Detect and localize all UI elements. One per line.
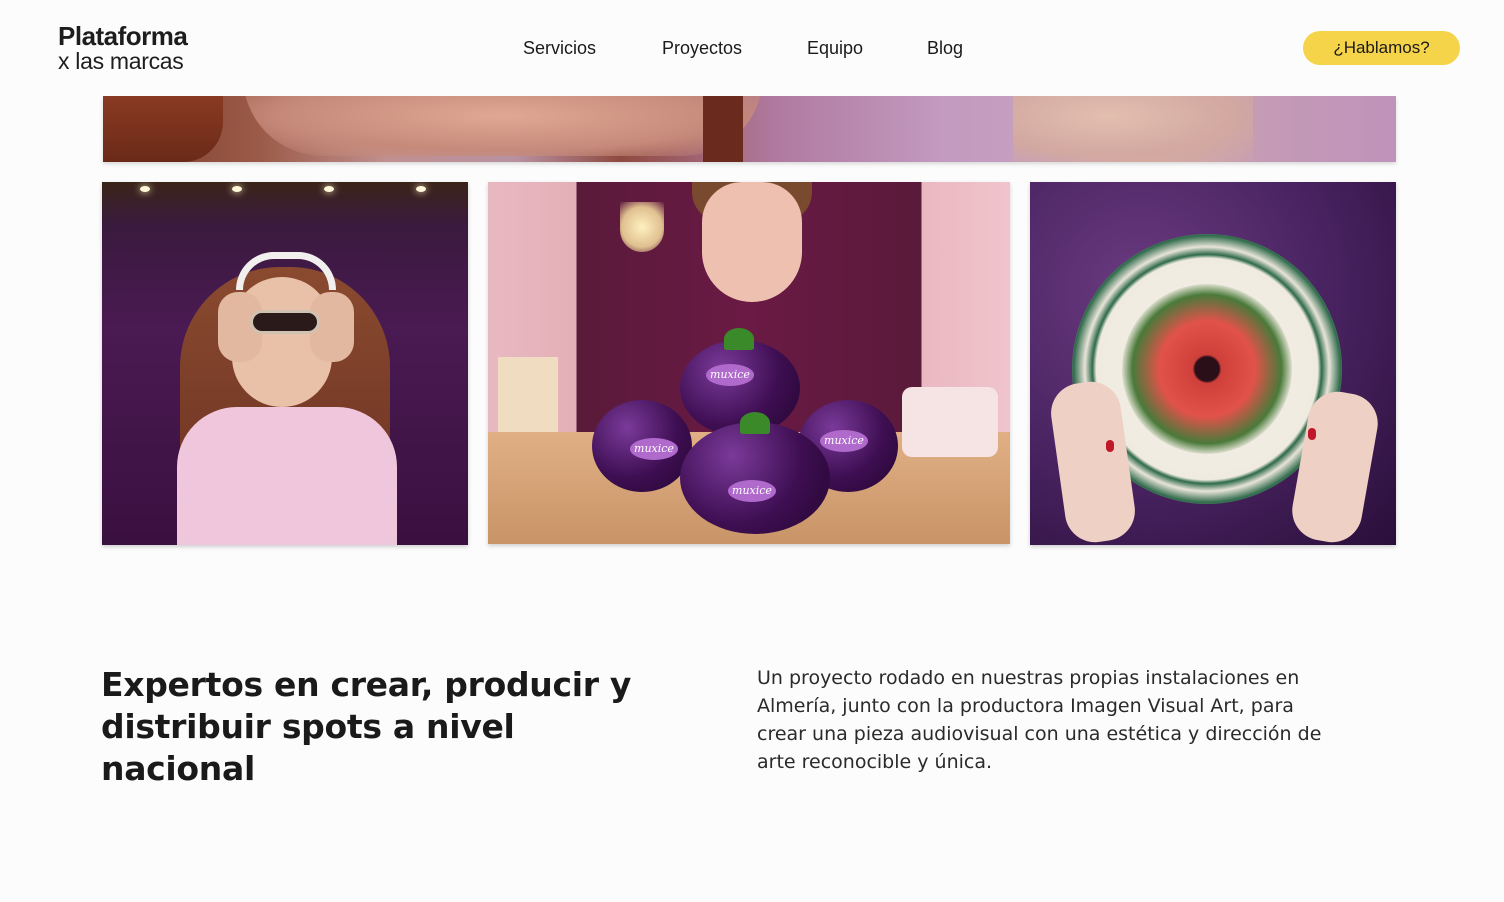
nav-equipo[interactable]: Equipo (807, 38, 927, 59)
eggplant-tomato (680, 422, 830, 534)
site-header: Plataforma x las marcas Servicios Proyec… (0, 0, 1504, 96)
logo-line2: x las marcas (58, 48, 184, 74)
banner-hair (103, 96, 223, 162)
main-nav: Servicios Proyectos Equipo Blog (523, 38, 987, 59)
miniature-sofa (902, 387, 998, 457)
banner-hand (1013, 96, 1253, 162)
logo[interactable]: Plataforma x las marcas (58, 21, 188, 74)
headband (236, 252, 336, 290)
banner-hair-strand (703, 96, 743, 162)
girl-shirt (177, 407, 397, 545)
brand-label: muxice (820, 430, 868, 452)
nav-blog[interactable]: Blog (927, 38, 987, 59)
woman-face (702, 182, 802, 302)
gallery-photo-binoculars[interactable] (102, 182, 468, 545)
brand-label: muxice (630, 438, 678, 460)
banner-image (103, 96, 1396, 162)
contact-cta-button[interactable]: ¿Hablamos? (1303, 31, 1460, 65)
leaf (740, 412, 770, 434)
nav-proyectos[interactable]: Proyectos (662, 38, 807, 59)
brand-label: muxice (728, 480, 776, 502)
section-headline: Expertos en crear, producir y distribuir… (101, 665, 632, 788)
ceiling-light (140, 186, 150, 192)
ceiling-light (324, 186, 334, 192)
brand-label: muxice (706, 364, 754, 386)
red-nail (1106, 440, 1114, 452)
gallery-photo-salad-plate[interactable] (1030, 182, 1396, 545)
section-description: Un proyecto rodado en nuestras propias i… (757, 667, 1322, 773)
ceiling-light (232, 186, 242, 192)
tomato-salad (1122, 284, 1292, 454)
chandelier (620, 202, 664, 252)
opera-glasses (250, 310, 320, 334)
nav-servicios[interactable]: Servicios (523, 38, 662, 59)
leaf (724, 328, 754, 350)
ceiling-light (416, 186, 426, 192)
gallery-photo-eggplants[interactable]: muxice muxice muxice muxice (488, 182, 1010, 544)
logo-line1: Plataforma (58, 21, 188, 51)
banner-face (243, 96, 763, 156)
red-nail (1308, 428, 1316, 440)
